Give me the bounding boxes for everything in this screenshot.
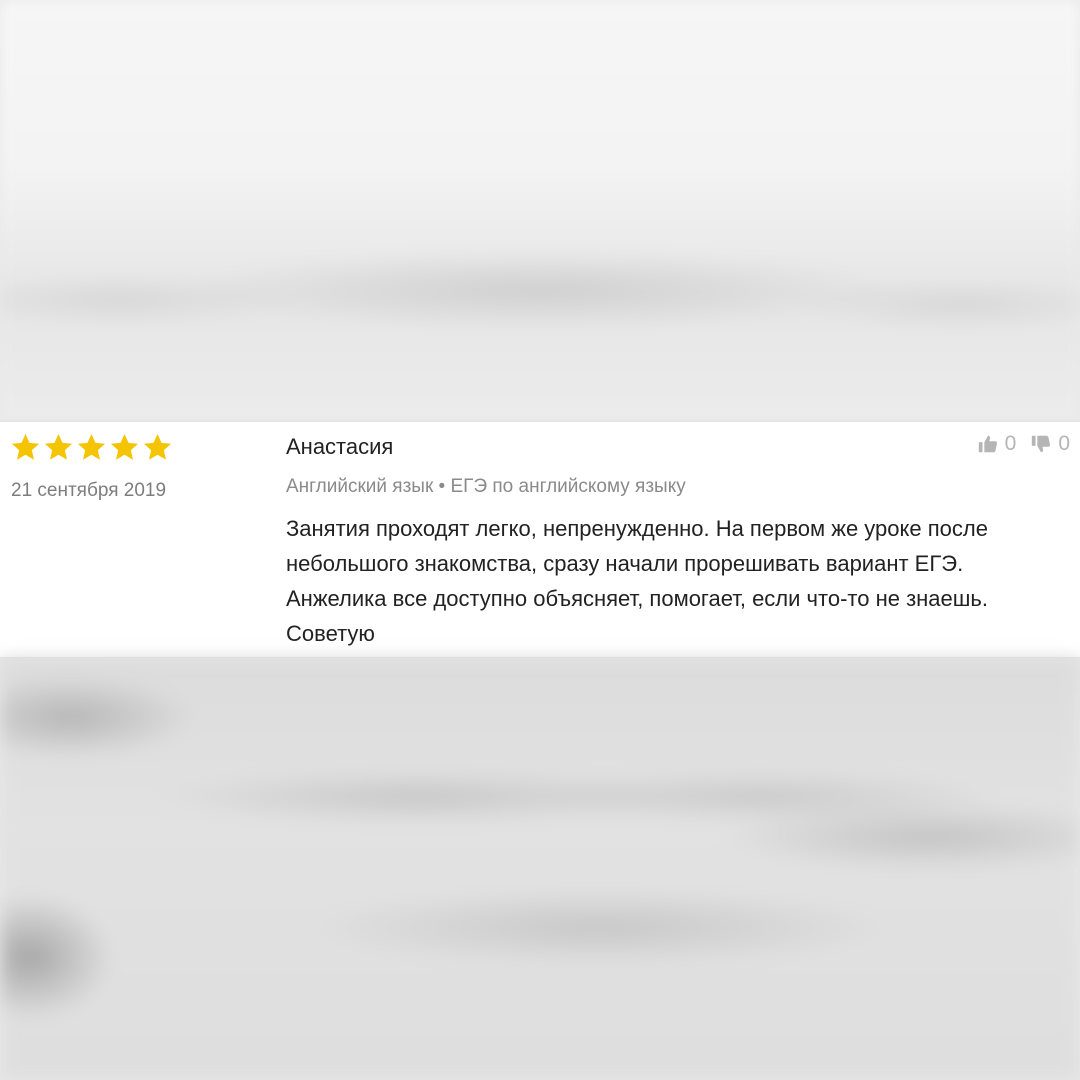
dislike-button[interactable]: 0 [1030,432,1070,456]
star-icon [110,433,139,460]
star-icon [143,433,172,460]
review-card: 21 сентября 2019 Анастасия Английский яз… [0,422,1080,657]
review-date: 21 сентября 2019 [11,480,167,501]
like-button[interactable]: 0 [977,432,1017,456]
vote-controls: 0 0 [977,432,1070,456]
like-count: 0 [1004,432,1017,455]
blurred-background-bottom [0,657,1080,1080]
blurred-background-top [0,0,1080,422]
star-icon [44,433,73,460]
star-icon [11,433,40,460]
star-icon [77,433,106,460]
review-subject: Английский язык • ЕГЭ по английскому язы… [286,476,686,497]
thumbs-down-icon [1032,435,1051,453]
author-name: Анастасия [286,434,394,459]
dislike-count: 0 [1058,432,1070,455]
rating-stars [10,432,173,463]
review-text: Занятия проходят легко, непренужденно. Н… [286,516,989,646]
thumbs-up-icon [978,435,997,453]
